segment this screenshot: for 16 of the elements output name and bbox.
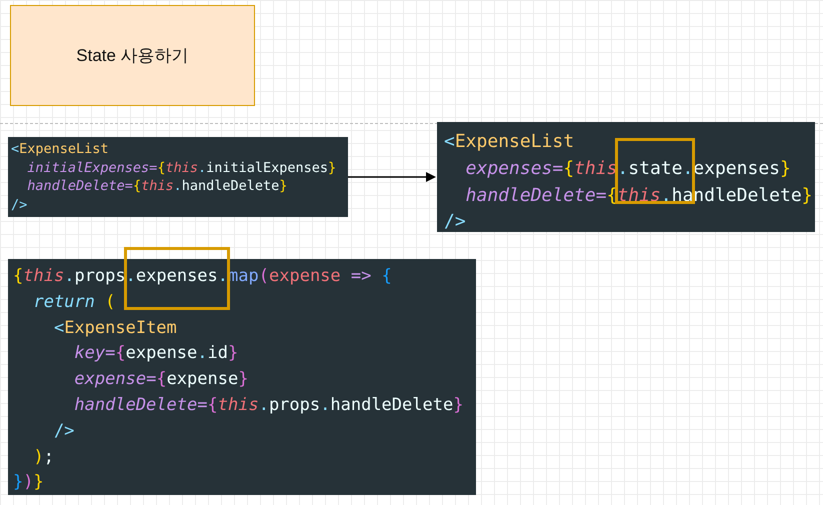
code-line: <ExpenseList bbox=[11, 140, 109, 158]
code-line: /> bbox=[52, 420, 74, 443]
code-line: ); bbox=[32, 446, 54, 469]
code-line: /> bbox=[11, 196, 28, 214]
code-line: handleDelete={this.handleDelete} bbox=[26, 177, 288, 196]
code-line: return ( bbox=[32, 290, 116, 314]
code-line: <ExpenseList bbox=[444, 130, 574, 154]
title-label: State 사용하기 bbox=[10, 5, 255, 106]
code-line: key={expense.id} bbox=[73, 342, 238, 366]
code-line: /> bbox=[444, 210, 466, 234]
code-line: handleDelete={this.props.handleDelete} bbox=[73, 394, 464, 417]
code-line: <ExpenseItem bbox=[52, 316, 177, 340]
code-line: })} bbox=[13, 471, 44, 494]
code-line: initialExpenses={this.initialExpenses} bbox=[26, 158, 336, 177]
code-line: expense={expense} bbox=[73, 368, 248, 392]
code-line: expenses={this.state.expenses} bbox=[464, 156, 791, 181]
